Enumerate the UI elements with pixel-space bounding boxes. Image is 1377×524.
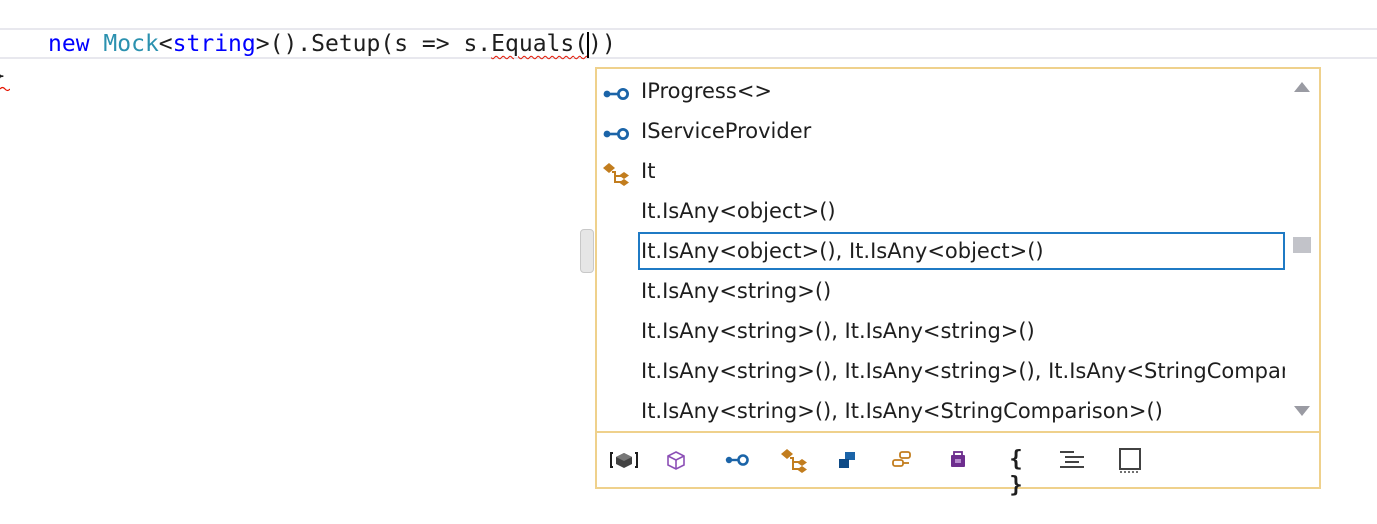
margin-handle[interactable] xyxy=(580,229,594,273)
intellisense-completion-list: IProgress<> IServiceProvider It It.IsAny<ob… xyxy=(595,67,1321,498)
class-icon xyxy=(601,159,631,186)
completion-item[interactable]: It.IsAny<string>() xyxy=(597,271,1287,311)
completion-item-label: It.IsAny<object>(), It.IsAny<object>() xyxy=(641,239,1044,263)
setup-call: >().Setup(s => s. xyxy=(255,31,492,57)
delegate-icon[interactable] xyxy=(887,447,917,473)
completion-item-label: It xyxy=(641,159,656,183)
keyword-string: string xyxy=(172,31,256,57)
completion-items: IProgress<> IServiceProvider It It.IsAny<ob… xyxy=(597,69,1287,431)
snippet-icon[interactable] xyxy=(1057,447,1087,473)
module-icon[interactable] xyxy=(943,447,973,473)
braces-icon[interactable]: { } xyxy=(1001,447,1031,498)
completion-item[interactable]: It.IsAny<object>() xyxy=(597,191,1287,231)
target-type-icon[interactable] xyxy=(1115,447,1145,473)
completion-filter-bar: { } xyxy=(597,433,1319,498)
generic-open: < xyxy=(158,31,173,57)
completion-item[interactable]: It.IsAny<string>(), It.IsAny<StringCompa… xyxy=(597,391,1287,431)
namespace-icon[interactable] xyxy=(661,447,691,473)
interface-icon[interactable] xyxy=(721,447,751,473)
completion-scrollbar[interactable] xyxy=(1285,69,1319,431)
completion-item-selected[interactable]: It.IsAny<object>(), It.IsAny<object>() xyxy=(597,231,1287,271)
completion-item[interactable]: IServiceProvider xyxy=(597,111,1287,151)
completion-item-label: IProgress<> xyxy=(641,79,773,103)
completion-item[interactable]: It.IsAny<string>(), It.IsAny<string>(), … xyxy=(597,351,1287,391)
completion-item-label: It.IsAny<object>() xyxy=(641,199,836,223)
completion-item-label: It.IsAny<string>() xyxy=(641,279,832,303)
close-parens: )) xyxy=(588,31,616,57)
scrollbar-thumb[interactable] xyxy=(1293,237,1311,253)
completion-item[interactable]: It xyxy=(597,151,1287,191)
completion-item-label: IServiceProvider xyxy=(641,119,812,143)
completion-item-label: It.IsAny<string>(), It.IsAny<string>() xyxy=(641,319,1035,343)
completion-item-label: It.IsAny<string>(), It.IsAny<string>(), … xyxy=(641,359,1287,383)
completion-item[interactable]: IProgress<> xyxy=(597,71,1287,111)
interface-icon xyxy=(601,119,631,143)
scroll-down-icon[interactable] xyxy=(1293,405,1311,417)
completion-item[interactable]: It.IsAny<string>(), It.IsAny<string>() xyxy=(597,311,1287,351)
scroll-up-icon[interactable] xyxy=(1293,81,1311,93)
completion-item-label: It.IsAny<string>(), It.IsAny<StringCompa… xyxy=(641,399,1163,423)
equals-method: Equals xyxy=(491,31,575,57)
local-icon[interactable] xyxy=(609,447,639,473)
code-line[interactable]: new Mock<string>().Setup(s => s.Equals()… xyxy=(48,30,616,58)
error-squiggle-icon xyxy=(0,86,10,92)
class-icon[interactable] xyxy=(779,447,809,473)
struct-icon[interactable] xyxy=(833,447,863,473)
equals-method-error: Equals( xyxy=(491,31,588,57)
open-paren: ( xyxy=(574,31,589,57)
interface-icon xyxy=(601,79,631,103)
keyword-new: new xyxy=(48,31,90,57)
type-mock: Mock xyxy=(103,31,159,57)
